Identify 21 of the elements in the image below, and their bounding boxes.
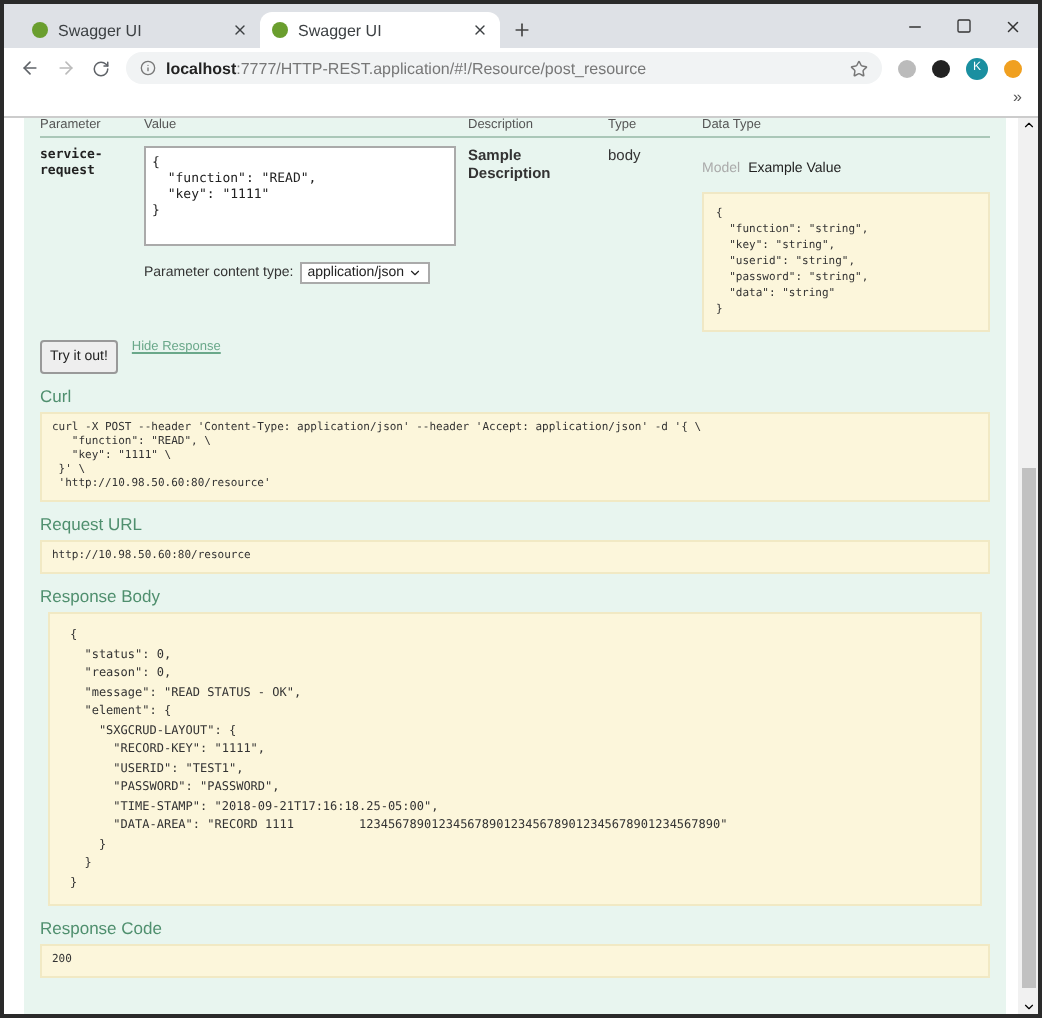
new-tab-icon[interactable] [512, 20, 532, 40]
scroll-down-icon[interactable] [1021, 1000, 1035, 1014]
reload-icon[interactable] [92, 59, 110, 77]
info-icon [140, 60, 156, 76]
maximize-icon[interactable] [956, 17, 972, 33]
star-icon[interactable] [850, 59, 868, 77]
scroll-up-icon[interactable] [1021, 118, 1035, 132]
close-icon[interactable] [1004, 17, 1022, 35]
close-icon[interactable] [472, 22, 488, 38]
scrollbar[interactable] [1018, 118, 1038, 1014]
caret-icon [407, 266, 422, 280]
close-icon[interactable] [232, 22, 248, 38]
browser-tab[interactable]: Swagger UI [20, 12, 260, 48]
section-heading: Response Code [40, 918, 164, 938]
browser-tab[interactable]: Swagger UI [260, 12, 500, 48]
bookmarks-more[interactable]: » [1013, 88, 1022, 116]
section-heading: Curl [40, 386, 74, 406]
section-heading: Request URL [40, 514, 145, 534]
back-icon[interactable] [20, 58, 40, 78]
section-heading: Response Body [40, 586, 163, 606]
address-bar[interactable]: localhost:7777/HTTP-REST.application/#!/Resource/post_resource [126, 52, 882, 84]
